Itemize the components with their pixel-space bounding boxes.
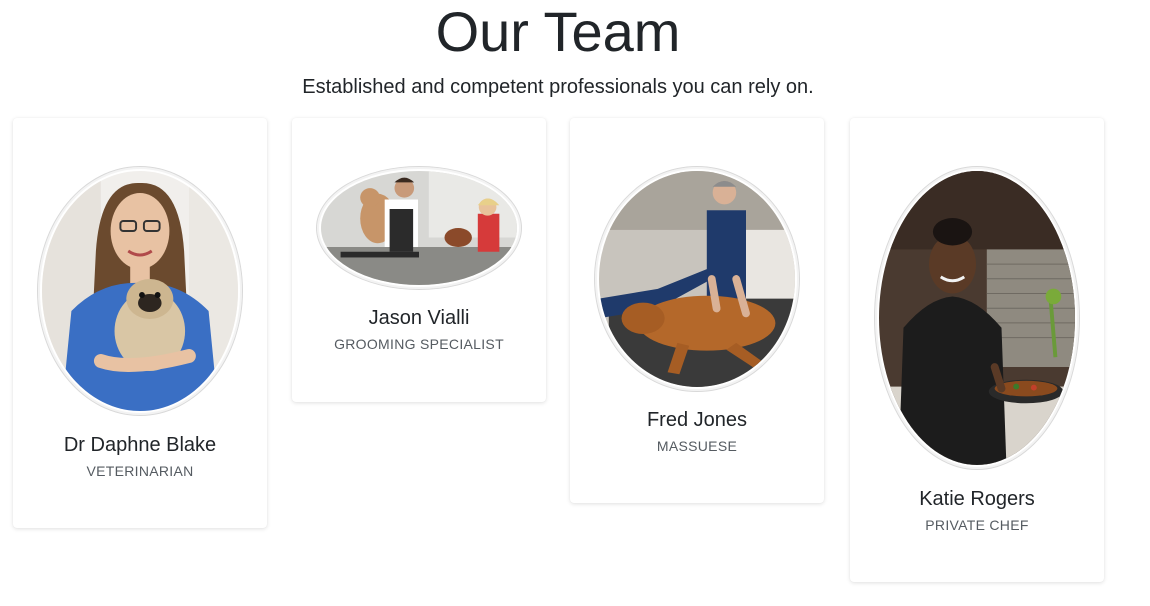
team-card-katie-rogers: Katie Rogers PRIVATE CHEF [850,118,1104,582]
team-section: Our Team Established and competent profe… [0,0,1150,606]
member-role: VETERINARIAN [86,463,194,479]
member-role: GROOMING SPECIALIST [334,336,504,352]
team-card-fred-jones: Fred Jones MASSUESE [570,118,824,503]
team-photo-frame [594,166,800,392]
groomers-with-poodles-photo [321,171,517,285]
team-photo-frame [874,166,1080,470]
member-name: Katie Rogers [919,488,1035,510]
member-role: PRIVATE CHEF [925,517,1029,533]
member-role: MASSUESE [656,438,738,454]
member-name: Fred Jones [646,409,748,431]
team-photo-frame [37,166,243,416]
massage-golden-retriever-photo [599,171,795,387]
chef-in-kitchen-photo [879,171,1075,465]
team-card-jason-vialli: Jason Vialli GROOMING SPECIALIST [292,118,546,402]
section-title: Our Team [435,0,681,63]
team-card-daphne-blake: Dr Daphne Blake VETERINARIAN [13,118,267,528]
vet-with-pug-photo [42,171,238,411]
member-name: Dr Daphne Blake [63,434,217,456]
member-name: Jason Vialli [368,307,470,329]
team-photo-frame [316,166,522,290]
section-subtitle: Established and competent professionals … [302,76,814,98]
